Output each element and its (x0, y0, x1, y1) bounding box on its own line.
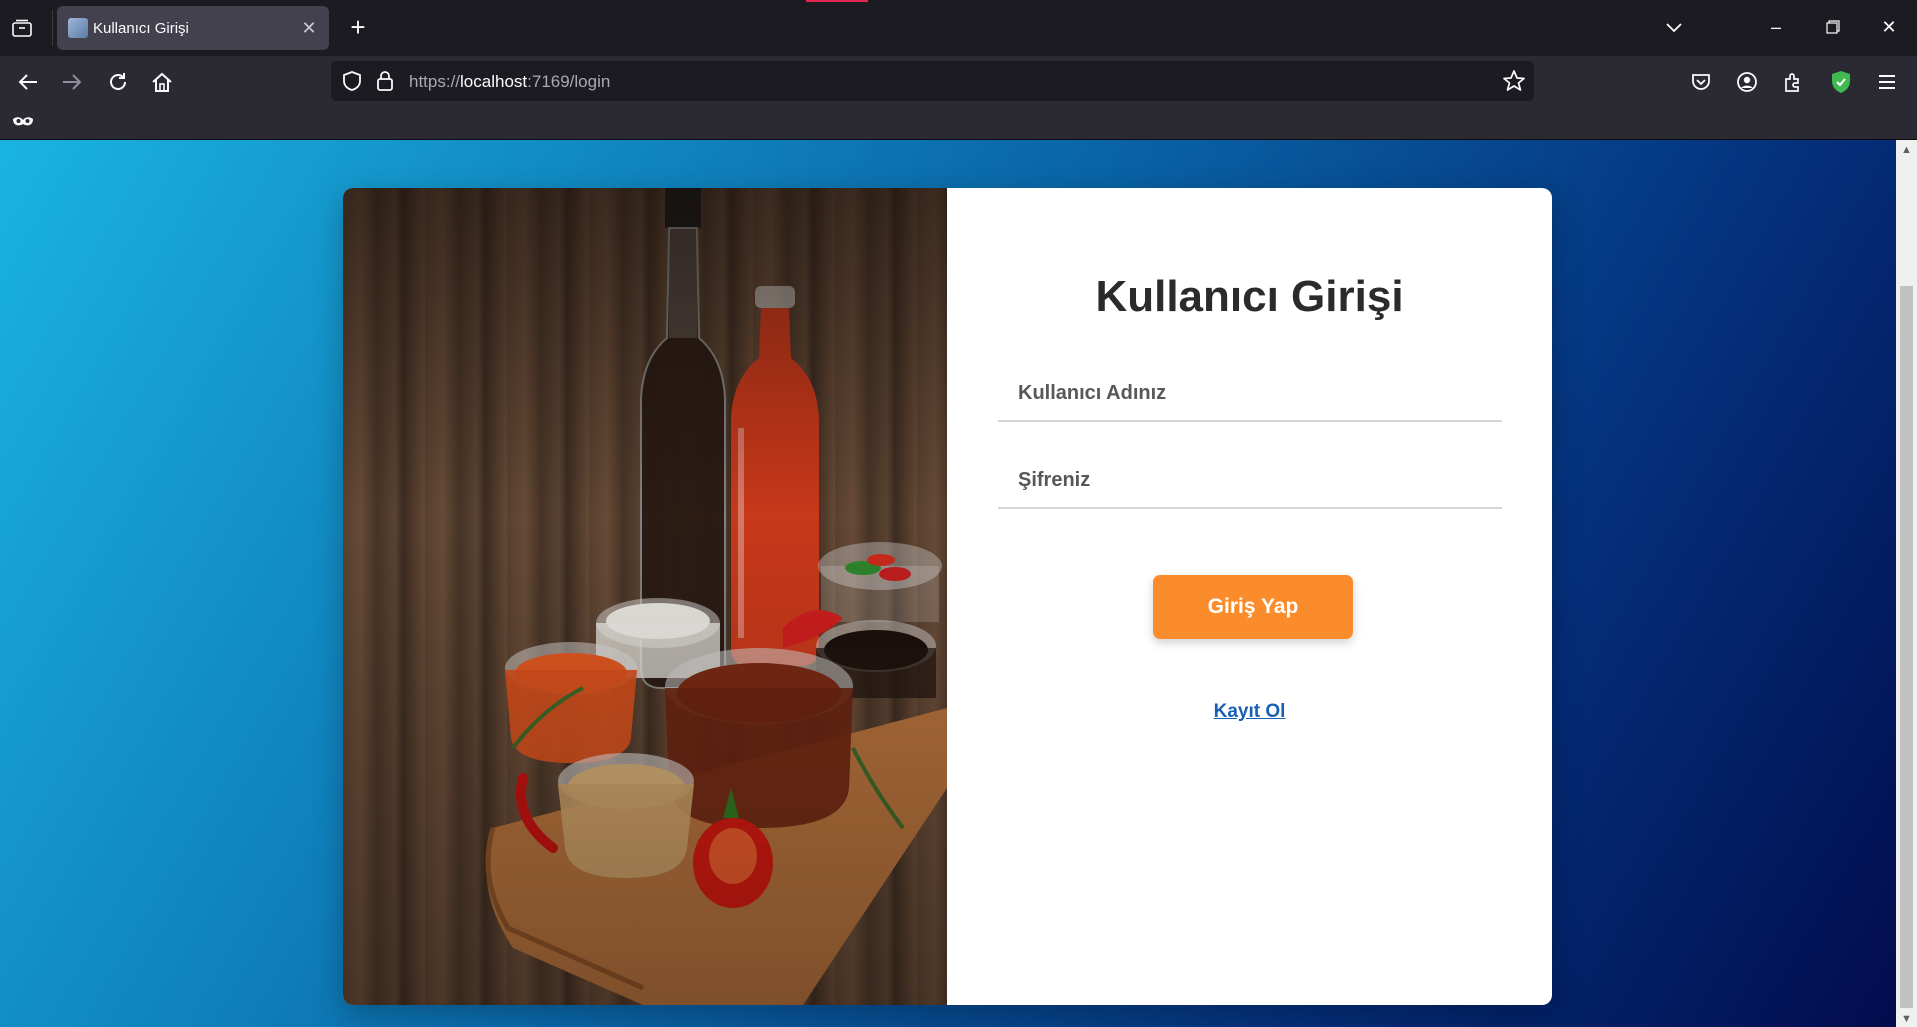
scrollbar-thumb[interactable] (1900, 286, 1913, 1008)
tab-separator (52, 10, 53, 46)
register-link[interactable]: Kayıt Ol (947, 701, 1552, 723)
url-path: :7169/login (527, 72, 611, 91)
arrow-left-icon[interactable] (13, 67, 43, 97)
tab-active[interactable]: Kullanıcı Girişi ✕ (57, 6, 329, 50)
tab-bar: Kullanıcı Girişi ✕ + – ✕ (0, 0, 1917, 56)
restore-icon[interactable] (1817, 12, 1849, 42)
window-close-icon[interactable]: ✕ (1873, 12, 1905, 42)
page-favicon-icon (68, 18, 88, 38)
login-button[interactable]: Giriş Yap (1153, 575, 1353, 639)
photo-shade (343, 188, 947, 1005)
pocket-icon[interactable] (1686, 67, 1716, 97)
reload-icon[interactable] (103, 67, 133, 97)
password-input[interactable] (998, 453, 1502, 507)
arrow-right-icon[interactable] (57, 67, 87, 97)
mask-icon[interactable] (12, 114, 34, 135)
url-bar[interactable]: https://localhost:7169/login (331, 61, 1534, 101)
tab-title: Kullanıcı Girişi (93, 20, 189, 37)
scroll-up-icon[interactable]: ▲ (1896, 142, 1917, 158)
sauces-photo (343, 188, 947, 1005)
minimize-icon[interactable]: – (1760, 12, 1792, 42)
url-scheme: https:// (409, 72, 461, 91)
sharing-indicator (806, 0, 868, 2)
login-card: Kullanıcı Girişi Giriş Yap Kayıt Ol (343, 188, 1552, 1005)
password-field (998, 453, 1502, 509)
hamburger-menu-icon[interactable] (1872, 67, 1902, 97)
username-input[interactable] (998, 366, 1502, 420)
star-icon[interactable] (1502, 69, 1526, 98)
url-text[interactable]: https://localhost:7169/login (409, 72, 610, 92)
chevron-down-icon[interactable] (1660, 14, 1688, 42)
tab-list-icon[interactable] (8, 14, 36, 42)
account-icon[interactable] (1732, 67, 1762, 97)
scroll-down-icon[interactable]: ▼ (1896, 1011, 1917, 1027)
url-host: localhost (460, 72, 528, 91)
bookmarks-toolbar (0, 106, 1917, 140)
page-viewport: Kullanıcı Girişi Giriş Yap Kayıt Ol (0, 140, 1896, 1027)
login-form: Kullanıcı Girişi Giriş Yap Kayıt Ol (947, 188, 1552, 1005)
username-field (998, 366, 1502, 422)
shield-icon[interactable] (341, 70, 363, 97)
puzzle-icon[interactable] (1778, 67, 1808, 97)
page-scrollbar[interactable]: ▲ ▼ (1896, 140, 1917, 1027)
close-tab-icon[interactable]: ✕ (297, 16, 321, 40)
navigation-toolbar: https://localhost:7169/login (0, 56, 1917, 106)
plus-icon[interactable]: + (344, 14, 372, 42)
lock-icon[interactable] (375, 70, 395, 97)
home-icon[interactable] (147, 67, 177, 97)
page-title: Kullanıcı Girişi (1095, 272, 1404, 321)
ublock-shield-icon[interactable] (1826, 67, 1856, 97)
